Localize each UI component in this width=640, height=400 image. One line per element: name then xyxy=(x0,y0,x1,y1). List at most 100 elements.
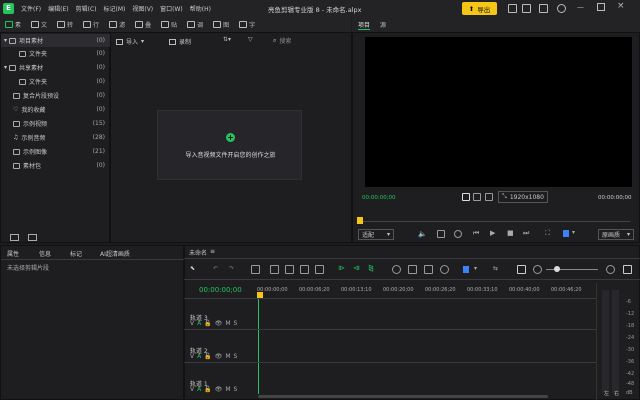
fit-dropdown[interactable]: 适配 ▾ xyxy=(358,229,394,240)
sort-icon[interactable]: ⇅▾ xyxy=(223,36,231,43)
timeline-tab[interactable]: 未命名 ≡ xyxy=(189,248,215,257)
marker-icon[interactable] xyxy=(563,230,569,237)
safe-area-icon[interactable] xyxy=(473,193,481,201)
zoom-out-icon[interactable] xyxy=(533,265,542,274)
split-icon[interactable] xyxy=(270,265,279,274)
tree-item-shared-folder[interactable]: 文件夹 (0) xyxy=(1,75,110,88)
crop-icon[interactable] xyxy=(485,193,493,201)
tab-markers[interactable]: 标记 xyxy=(70,249,82,258)
tree-item-sample-audio[interactable]: ♫ 示例音频 (28) xyxy=(1,131,110,144)
copy-icon[interactable] xyxy=(300,265,309,274)
tree-item-sample-video[interactable]: 示例视频 (15) xyxy=(1,117,110,130)
layout-alt-icon[interactable] xyxy=(522,4,531,13)
eye-icon[interactable]: 👁 xyxy=(215,353,223,360)
quality-dropdown[interactable]: 原画质 ▾ xyxy=(598,229,634,240)
trim-icon[interactable] xyxy=(285,265,294,274)
camera-icon[interactable] xyxy=(424,265,433,274)
maximize-icon[interactable] xyxy=(597,3,605,11)
snapshot-camera-icon[interactable] xyxy=(454,230,462,238)
tree-item-sample-image[interactable]: 示例图像 (21) xyxy=(1,145,110,158)
tree-item-compound[interactable]: 复合片段预设 (0) xyxy=(1,89,110,102)
open-folder-icon[interactable] xyxy=(28,234,37,241)
speed-icon[interactable] xyxy=(392,265,401,274)
track-video-toggle[interactable]: V xyxy=(190,386,194,393)
tab-adjust[interactable]: 调 xyxy=(187,20,203,29)
tab-subtitle[interactable]: 字 xyxy=(239,20,255,29)
preview-scrubber[interactable] xyxy=(358,221,630,222)
menu-window[interactable]: 窗口(W) xyxy=(160,4,183,13)
track-video-toggle[interactable]: V xyxy=(190,353,194,360)
volume-icon[interactable]: 🔈 xyxy=(418,230,427,238)
minimize-icon[interactable]: — xyxy=(577,3,584,11)
timeline-scrollbar[interactable] xyxy=(258,395,548,398)
fullscreen-icon[interactable]: ⛶ xyxy=(545,229,550,238)
color-icon[interactable] xyxy=(440,265,449,274)
play-icon[interactable]: ▶ xyxy=(490,229,495,237)
tab-graphics[interactable]: 图 xyxy=(213,20,229,29)
snapshot-icon[interactable] xyxy=(462,193,470,201)
search-input[interactable]: ⌕ 搜索 xyxy=(273,36,349,46)
tree-item-shared[interactable]: ▾ 共享素材 (0) xyxy=(1,61,110,74)
menu-marker[interactable]: 标记(M) xyxy=(104,4,126,13)
tab-media[interactable]: 素 xyxy=(5,20,21,29)
new-folder-icon[interactable] xyxy=(10,234,19,241)
track-mute-toggle[interactable]: M xyxy=(225,353,230,360)
tab-text[interactable]: 文 xyxy=(31,20,47,29)
chevron-down-icon[interactable]: ▾ xyxy=(572,229,575,236)
tab-project[interactable]: 项目 xyxy=(358,20,371,30)
tree-item-favorites[interactable]: ♡ 我的收藏 (0) xyxy=(1,103,110,116)
undo-icon[interactable]: ↶ xyxy=(213,265,218,272)
tree-item-packs[interactable]: 素材包 (0) xyxy=(1,159,110,172)
eye-icon[interactable]: 👁 xyxy=(215,320,223,327)
close-icon[interactable]: × xyxy=(617,1,625,11)
next-frame-icon[interactable]: ⏭ xyxy=(523,229,529,238)
fullscreen-split-icon[interactable] xyxy=(437,230,445,238)
lock-icon[interactable]: 🔓 xyxy=(204,320,211,327)
account-icon[interactable] xyxy=(557,4,566,13)
import-dropzone[interactable]: + 导入音视频文件开启您的创作之旅 xyxy=(157,110,302,180)
menu-help[interactable]: 帮助(H) xyxy=(190,4,211,13)
marker-icon[interactable] xyxy=(463,266,469,273)
fit-timeline-icon[interactable] xyxy=(517,265,526,274)
menu-edit[interactable]: 编辑(E) xyxy=(48,4,68,13)
tab-source[interactable]: 源 xyxy=(380,20,386,29)
track-mute-toggle[interactable]: M xyxy=(225,386,230,393)
track-video-toggle[interactable]: V xyxy=(190,320,194,327)
split-left-icon[interactable]: ⧐ xyxy=(338,264,345,272)
tab-sticker[interactable]: 贴 xyxy=(161,20,177,29)
prev-frame-icon[interactable]: ⏮ xyxy=(473,229,479,238)
tab-overlay[interactable]: 叠 xyxy=(135,20,151,29)
eye-icon[interactable]: 👁 xyxy=(215,386,223,393)
track-audio-toggle[interactable]: A xyxy=(197,320,201,327)
ripple-icon[interactable]: ⇆ xyxy=(493,265,498,272)
lock-icon[interactable]: 🔓 xyxy=(204,386,211,393)
tab-action[interactable]: 行 xyxy=(83,20,99,29)
split-right-icon[interactable]: ⧏ xyxy=(353,264,360,272)
tree-item-project[interactable]: ▾ 项目素材 (0) xyxy=(1,34,110,47)
tab-ai-upscale[interactable]: AI超清画质 xyxy=(100,249,130,258)
resolution-selector[interactable]: ⤡ 1920x1080 xyxy=(498,191,548,203)
track-solo-toggle[interactable]: S xyxy=(234,386,238,393)
import-button[interactable]: 导入 ▾ xyxy=(116,37,144,46)
menu-file[interactable]: 文件(F) xyxy=(21,4,41,13)
settings-icon[interactable] xyxy=(623,265,632,274)
zoom-slider-thumb[interactable] xyxy=(554,266,560,272)
track-mute-toggle[interactable]: M xyxy=(225,320,230,327)
tab-filter[interactable]: 滤 xyxy=(109,20,125,29)
tab-info[interactable]: 信息 xyxy=(39,249,51,258)
tab-transition[interactable]: 转 xyxy=(57,20,73,29)
redo-icon[interactable]: ↷ xyxy=(229,265,234,272)
tab-properties[interactable]: 属性 xyxy=(7,249,19,258)
track-audio-toggle[interactable]: A xyxy=(197,353,201,360)
delete-icon[interactable] xyxy=(251,265,260,274)
filter-icon[interactable]: ▽ xyxy=(248,36,253,43)
crop-clip-icon[interactable] xyxy=(408,265,417,274)
notification-icon[interactable] xyxy=(539,4,548,13)
stop-icon[interactable]: ■ xyxy=(507,229,514,237)
export-button[interactable]: ⬆ 导出 xyxy=(462,2,497,15)
split-both-icon[interactable]: ⧎ xyxy=(368,264,374,272)
lock-icon[interactable]: 🔓 xyxy=(204,353,211,360)
tree-item-folder[interactable]: 文件夹 (0) xyxy=(1,47,110,60)
track-solo-toggle[interactable]: S xyxy=(234,320,238,327)
track-solo-toggle[interactable]: S xyxy=(234,353,238,360)
